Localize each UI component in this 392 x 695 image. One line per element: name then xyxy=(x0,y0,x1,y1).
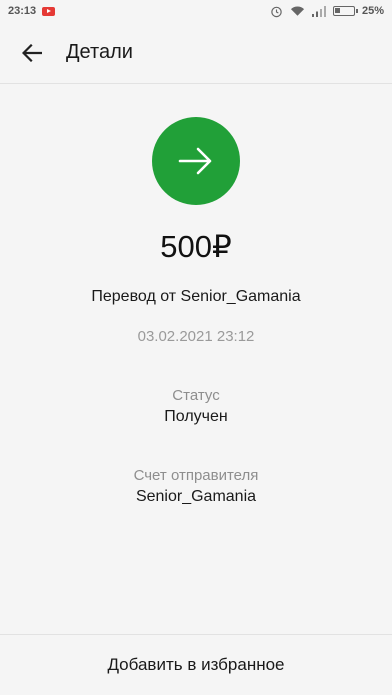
transfer-description: Перевод от Senior_Gamania xyxy=(91,288,301,305)
page-title: Детали xyxy=(66,41,133,63)
signal-icon xyxy=(311,5,326,17)
add-to-favorites-button[interactable]: Добавить в избранное xyxy=(0,635,392,695)
sender-account-value: Senior_Gamania xyxy=(135,488,257,505)
wifi-icon xyxy=(290,5,305,17)
arrow-left-icon xyxy=(22,43,42,62)
status-bar: 23:13 25% xyxy=(0,0,392,22)
status-label: Статус xyxy=(172,387,220,404)
transfer-amount: 500₽ xyxy=(160,229,232,264)
alarm-icon xyxy=(270,5,283,18)
transfer-datetime: 03.02.2021 23:12 xyxy=(137,328,255,345)
status-value: Получен xyxy=(164,408,228,425)
transfer-circle xyxy=(152,117,240,205)
arrow-right-icon xyxy=(178,147,212,175)
status-time: 23:13 xyxy=(8,5,37,17)
back-button[interactable] xyxy=(6,27,58,79)
battery-icon xyxy=(332,6,358,16)
battery-percent: 25% xyxy=(361,5,384,17)
sender-account-label: Счет отправителя xyxy=(133,467,259,484)
app-bar: Детали xyxy=(0,22,392,84)
screen: 23:13 25% Детали 500₽ Перевод от Senior_… xyxy=(0,0,392,695)
youtube-icon xyxy=(42,6,56,16)
